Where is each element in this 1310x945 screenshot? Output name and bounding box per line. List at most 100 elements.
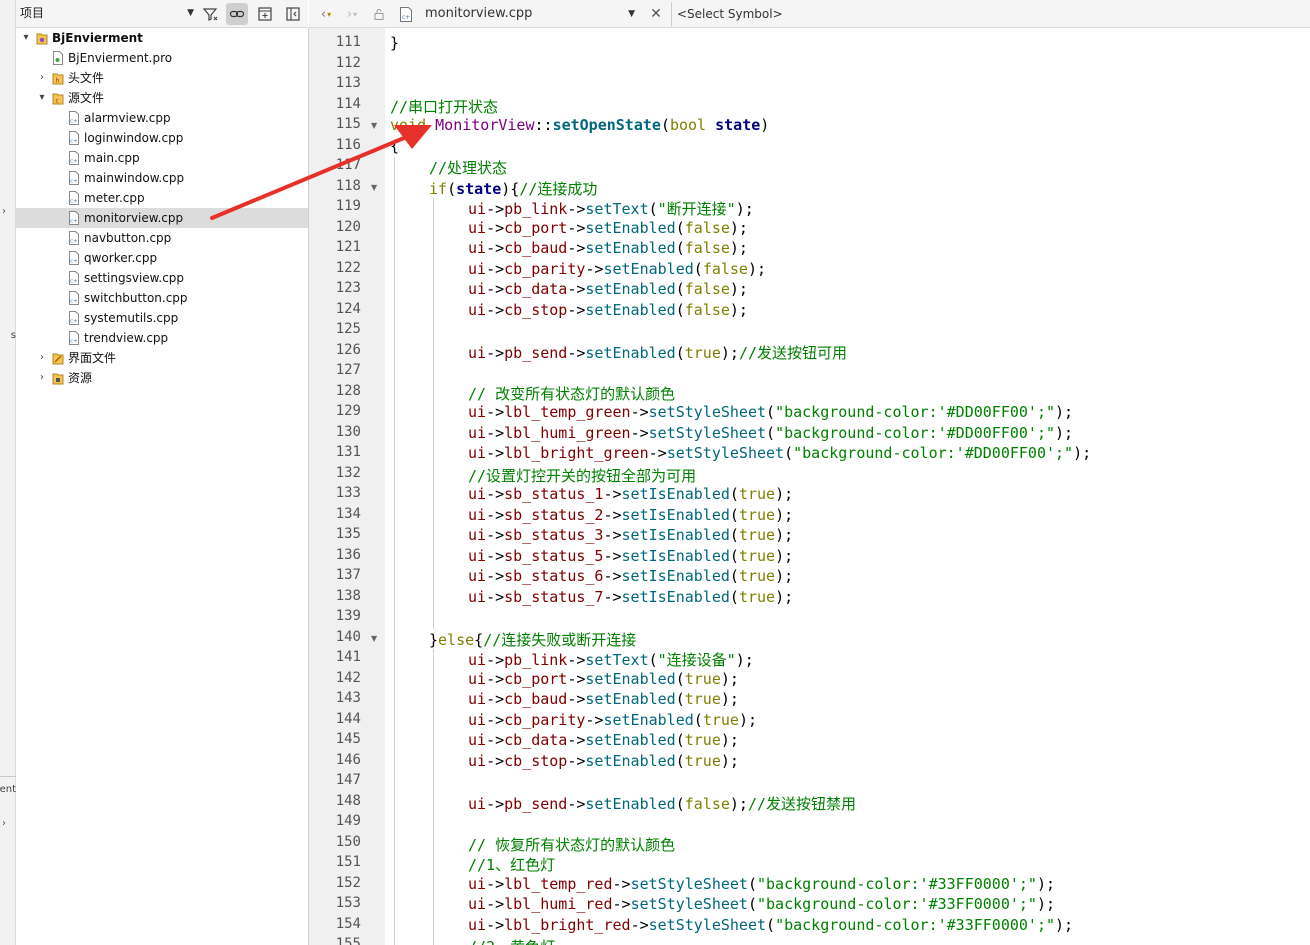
- code-identifier: lbl_bright_red: [504, 915, 631, 934]
- tree-item[interactable]: c+ settingsview.cpp: [16, 268, 308, 288]
- tree-item[interactable]: ▾ BjEnvierment: [16, 28, 308, 48]
- code-line[interactable]: //处理状态: [429, 157, 507, 178]
- code-method: setEnabled: [585, 794, 676, 813]
- expand-arrow-icon[interactable]: ›: [2, 818, 6, 829]
- code-line[interactable]: ui->sb_status_1->setIsEnabled(true);: [468, 485, 793, 503]
- tree-item[interactable]: c+ navbutton.cpp: [16, 228, 308, 248]
- code-line[interactable]: // 恢复所有状态灯的默认颜色: [468, 834, 675, 855]
- tree-item[interactable]: c+ qworker.cpp: [16, 248, 308, 268]
- collapse-arrow-icon[interactable]: ▾: [36, 88, 48, 108]
- go-back-button[interactable]: ‹ ▾: [315, 3, 337, 25]
- code-line[interactable]: ui->sb_status_5->setIsEnabled(true);: [468, 547, 793, 565]
- code-line[interactable]: //串口打开状态: [390, 96, 498, 117]
- code-param: state: [715, 116, 761, 134]
- code-line[interactable]: ui->cb_data->setEnabled(false);: [468, 280, 748, 298]
- code-line[interactable]: ui->pb_link->setText("连接设备");: [468, 649, 754, 670]
- code-line[interactable]: ui->sb_status_6->setIsEnabled(true);: [468, 567, 793, 585]
- cpp-file-icon: c+: [69, 291, 79, 305]
- add-split-button[interactable]: [254, 3, 276, 25]
- code-line[interactable]: ui->sb_status_7->setIsEnabled(true);: [468, 588, 793, 606]
- tree-item[interactable]: c+ systemutils.cpp: [16, 308, 308, 328]
- filter-button[interactable]: [199, 3, 221, 25]
- code-punct: ->: [486, 444, 505, 462]
- code-keyword: true: [738, 567, 776, 585]
- tree-item[interactable]: c+ monitorview.cpp: [16, 208, 308, 228]
- line-number: 117: [335, 157, 361, 173]
- code-punct: );: [720, 343, 739, 362]
- code-line[interactable]: ui->lbl_humi_green->setStyleSheet("backg…: [468, 424, 1073, 442]
- tree-item[interactable]: c+ mainwindow.cpp: [16, 168, 308, 188]
- code-line[interactable]: ui->pb_send->setEnabled(true);//发送按钮可用: [468, 342, 847, 363]
- code-line[interactable]: ui->cb_port->setEnabled(false);: [468, 219, 748, 237]
- code-punct: );: [735, 651, 754, 669]
- fold-toggle-icon[interactable]: ▼: [371, 121, 377, 130]
- code-line[interactable]: //设置灯控开关的按钮全部为可用: [468, 465, 696, 486]
- code-line[interactable]: ui->cb_baud->setEnabled(false);: [468, 239, 748, 257]
- code-line[interactable]: void MonitorView::setOpenState(bool stat…: [390, 116, 769, 134]
- fold-toggle-icon[interactable]: ▼: [371, 634, 377, 643]
- project-panel: 项目 ▼ ▾ BjEnvierment BjEnvierment.pro › h 头文件 ▾…: [16, 0, 308, 945]
- code-line[interactable]: ui->pb_send->setEnabled(false);//发送按钮禁用: [468, 793, 856, 814]
- code-line[interactable]: ui->pb_link->setText("断开连接");: [468, 198, 754, 219]
- code-method: setIsEnabled: [621, 526, 730, 544]
- code-line[interactable]: ui->lbl_humi_red->setStyleSheet("backgro…: [468, 895, 1055, 913]
- code-line[interactable]: {: [390, 137, 399, 155]
- open-file-select[interactable]: c+ monitorview.cpp ▼: [399, 2, 639, 26]
- code-punct: ->: [486, 403, 505, 421]
- code-line[interactable]: // 改变所有状态灯的默认颜色: [468, 383, 675, 404]
- code-line[interactable]: ui->cb_port->setEnabled(true);: [468, 670, 739, 688]
- tree-item[interactable]: c+ loginwindow.cpp: [16, 128, 308, 148]
- tree-item[interactable]: ▾ c 源文件: [16, 88, 308, 108]
- code-line[interactable]: ui->lbl_bright_green->setStyleSheet("bac…: [468, 444, 1091, 462]
- tree-item[interactable]: c+ meter.cpp: [16, 188, 308, 208]
- code-line[interactable]: ui->sb_status_2->setIsEnabled(true);: [468, 506, 793, 524]
- collapse-arrow-icon[interactable]: ▾: [20, 28, 32, 48]
- tree-item[interactable]: c+ main.cpp: [16, 148, 308, 168]
- expand-arrow-icon[interactable]: ›: [36, 348, 48, 368]
- code-area[interactable]: }//串口打开状态 void MonitorView::setOpenState(…: [390, 28, 1310, 945]
- code-punct: ->: [486, 567, 505, 585]
- tree-item-label: main.cpp: [84, 151, 140, 165]
- lock-button[interactable]: [369, 3, 389, 25]
- close-split-button[interactable]: [282, 3, 304, 25]
- code-line[interactable]: ui->sb_status_3->setIsEnabled(true);: [468, 526, 793, 544]
- code-keyword: bool: [669, 116, 707, 134]
- code-line[interactable]: ui->cb_baud->setEnabled(true);: [468, 690, 739, 708]
- expand-arrow-icon[interactable]: ›: [36, 368, 48, 388]
- project-view-select[interactable]: 项目 ▼: [16, 2, 194, 24]
- cpp-file-icon: c+: [69, 311, 79, 325]
- fold-toggle-icon[interactable]: ▼: [371, 183, 377, 192]
- code-line[interactable]: ui->cb_parity->setEnabled(false);: [468, 260, 766, 278]
- sync-link-button[interactable]: [226, 3, 248, 25]
- code-line[interactable]: }else{//连接失败或断开连接: [429, 629, 636, 650]
- code-line[interactable]: ui->cb_stop->setEnabled(false);: [468, 301, 748, 319]
- code-line[interactable]: ui->lbl_temp_green->setStyleSheet("backg…: [468, 403, 1073, 421]
- editor-toolbar: ‹ ▾ › ▾ c+ monitorview.cpp ▼ ✕ <Select S…: [309, 0, 1310, 28]
- code-line[interactable]: ui->cb_stop->setEnabled(true);: [468, 752, 739, 770]
- expand-arrow-icon[interactable]: ›: [2, 206, 6, 217]
- code-line[interactable]: //2、黄色灯: [468, 936, 555, 945]
- code-line[interactable]: ui->lbl_bright_red->setStyleSheet("backg…: [468, 916, 1073, 934]
- code-line[interactable]: if(state){//连接成功: [429, 178, 597, 199]
- line-number: 132: [335, 464, 361, 481]
- tree-item[interactable]: › h 头文件: [16, 68, 308, 88]
- code-line[interactable]: ui->cb_parity->setEnabled(true);: [468, 711, 757, 729]
- line-number: 153: [335, 895, 361, 911]
- tree-item[interactable]: › 界面文件: [16, 348, 308, 368]
- code-line[interactable]: //1、红色灯: [468, 854, 555, 875]
- code-line[interactable]: ui->cb_data->setEnabled(true);: [468, 731, 739, 749]
- expand-arrow-icon[interactable]: ›: [36, 68, 48, 88]
- tree-item[interactable]: › 资源: [16, 368, 308, 388]
- code-identifier: ui: [468, 526, 487, 544]
- tree-item[interactable]: c+ alarmview.cpp: [16, 108, 308, 128]
- tree-item[interactable]: c+ switchbutton.cpp: [16, 288, 308, 308]
- code-method: setEnabled: [585, 751, 676, 770]
- code-punct: );: [720, 751, 739, 770]
- close-file-button[interactable]: ✕: [645, 3, 667, 25]
- tree-item[interactable]: c+ trendview.cpp: [16, 328, 308, 348]
- symbol-select[interactable]: <Select Symbol>: [671, 2, 1310, 26]
- go-forward-button[interactable]: › ▾: [341, 3, 363, 25]
- code-line[interactable]: }: [390, 34, 399, 52]
- code-line[interactable]: ui->lbl_temp_red->setStyleSheet("backgro…: [468, 875, 1055, 893]
- tree-item[interactable]: BjEnvierment.pro: [16, 48, 308, 68]
